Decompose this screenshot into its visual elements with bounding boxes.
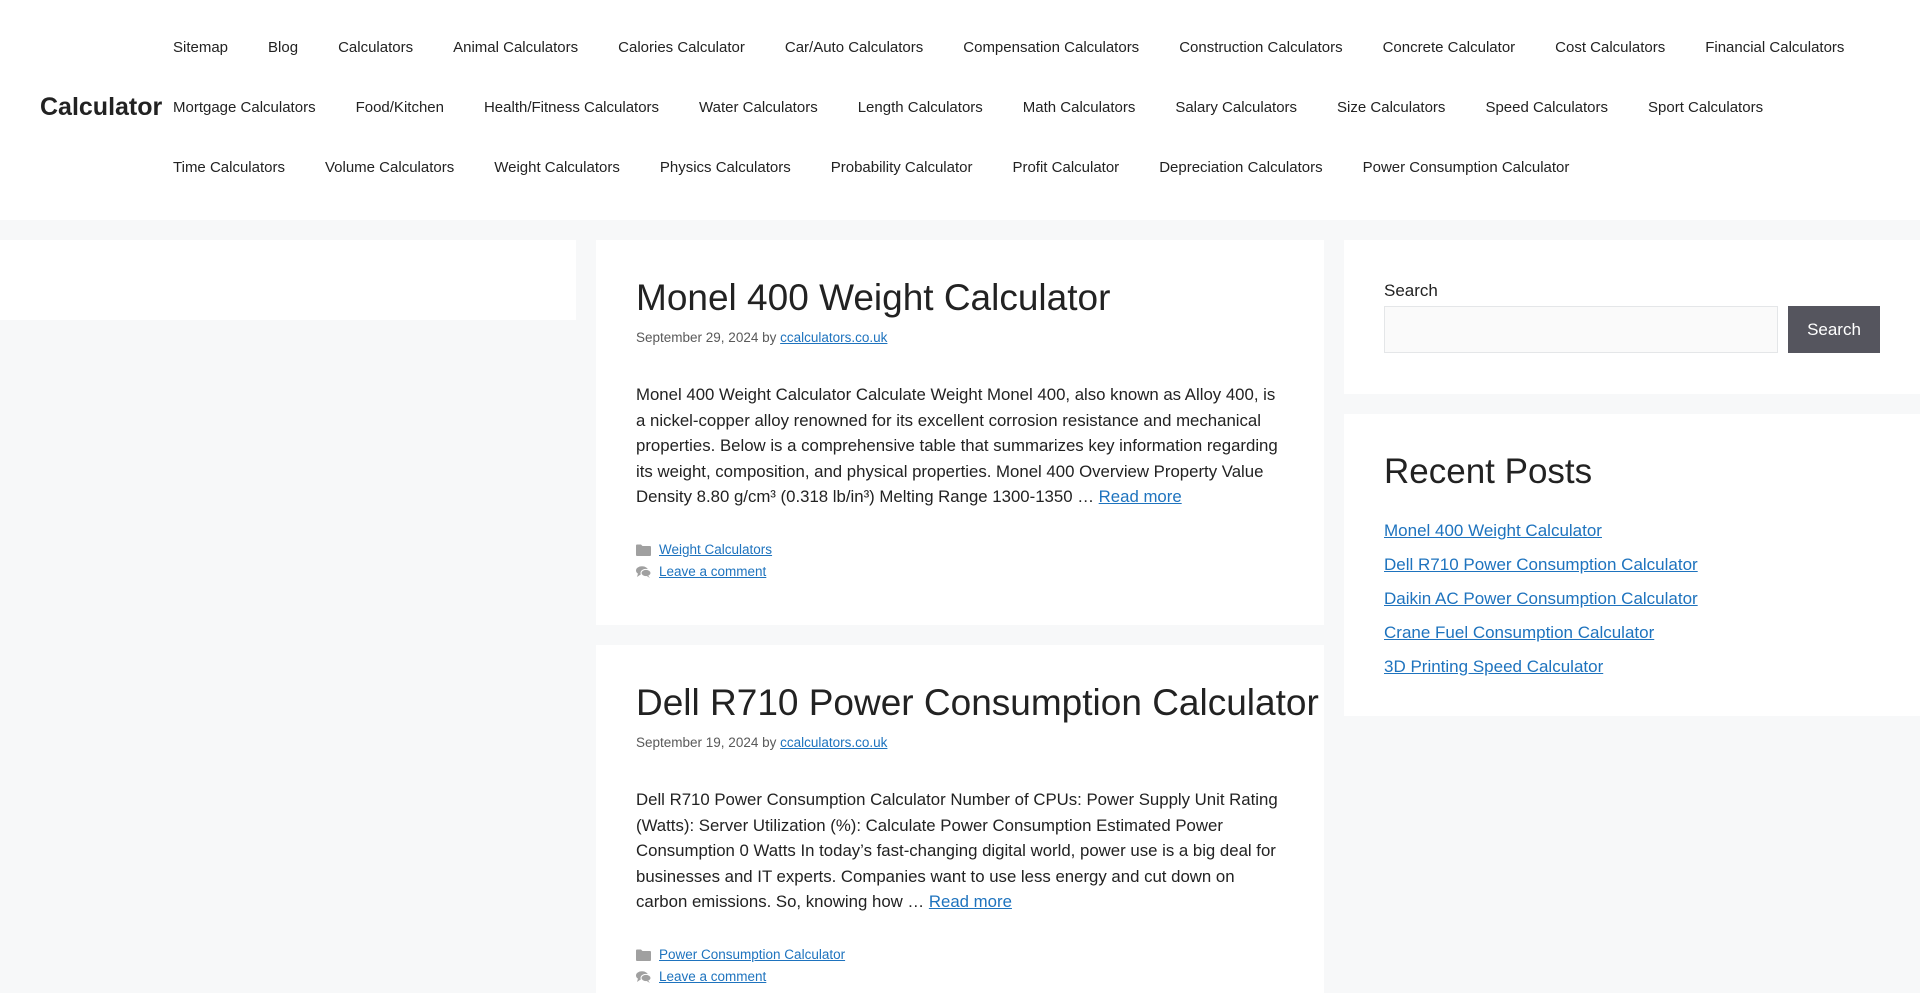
nav-item-blog[interactable]: Blog — [268, 33, 298, 63]
read-more-link[interactable]: Read more — [929, 892, 1012, 911]
nav-item-size-calculators[interactable]: Size Calculators — [1337, 93, 1445, 123]
nav-item-time-calculators[interactable]: Time Calculators — [173, 153, 285, 183]
recent-post-link[interactable]: Monel 400 Weight Calculator — [1384, 521, 1602, 540]
post-card: Monel 400 Weight Calculator September 29… — [596, 240, 1324, 625]
folder-icon — [636, 544, 651, 556]
nav-item-compensation-calculators[interactable]: Compensation Calculators — [963, 33, 1139, 63]
recent-posts-list: Monel 400 Weight Calculator Dell R710 Po… — [1384, 514, 1698, 684]
leave-comment-link[interactable]: Leave a comment — [659, 561, 766, 583]
comments-icon — [636, 566, 651, 578]
recent-post-link[interactable]: 3D Printing Speed Calculator — [1384, 657, 1603, 676]
recent-post-link[interactable]: Crane Fuel Consumption Calculator — [1384, 623, 1654, 642]
read-more-link[interactable]: Read more — [1099, 487, 1182, 506]
nav-item-salary-calculators[interactable]: Salary Calculators — [1175, 93, 1297, 123]
nav-item-volume-calculators[interactable]: Volume Calculators — [325, 153, 454, 183]
nav-item-weight-calculators[interactable]: Weight Calculators — [494, 153, 620, 183]
list-item: 3D Printing Speed Calculator — [1384, 650, 1698, 684]
post-author-link[interactable]: ccalculators.co.uk — [780, 330, 887, 345]
nav-item-animal-calculators[interactable]: Animal Calculators — [453, 33, 578, 63]
list-item: Dell R710 Power Consumption Calculator — [1384, 548, 1698, 582]
nav-item-sitemap[interactable]: Sitemap — [173, 33, 228, 63]
post-meta: September 19, 2024 by ccalculators.co.uk — [636, 733, 887, 753]
nav-item-construction-calculators[interactable]: Construction Calculators — [1179, 33, 1342, 63]
search-button[interactable]: Search — [1788, 306, 1880, 353]
nav-item-health-fitness-calculators[interactable]: Health/Fitness Calculators — [484, 93, 659, 123]
nav-item-water-calculators[interactable]: Water Calculators — [699, 93, 818, 123]
nav-item-calculators[interactable]: Calculators — [338, 33, 413, 63]
nav-item-power-consumption-calculator[interactable]: Power Consumption Calculator — [1363, 153, 1570, 183]
recent-post-link[interactable]: Daikin AC Power Consumption Calculator — [1384, 589, 1698, 608]
nav-item-mortgage-calculators[interactable]: Mortgage Calculators — [173, 93, 316, 123]
post-footer: Weight Calculators Leave a comment — [636, 539, 772, 583]
nav-item-profit-calculator[interactable]: Profit Calculator — [1012, 153, 1119, 183]
list-item: Daikin AC Power Consumption Calculator — [1384, 582, 1698, 616]
post-meta: September 29, 2024 by ccalculators.co.uk — [636, 328, 887, 348]
post-author-link[interactable]: ccalculators.co.uk — [780, 735, 887, 750]
search-label: Search — [1384, 281, 1438, 300]
nav-item-probability-calculator[interactable]: Probability Calculator — [831, 153, 973, 183]
recent-posts-title: Recent Posts — [1384, 452, 1593, 491]
nav-row-1: Sitemap Blog Calculators Animal Calculat… — [173, 33, 1884, 63]
comments-icon — [636, 971, 651, 983]
post-title[interactable]: Monel 400 Weight Calculator — [636, 275, 1110, 321]
nav-item-concrete-calculator[interactable]: Concrete Calculator — [1383, 33, 1516, 63]
post-category-link[interactable]: Weight Calculators — [659, 539, 772, 561]
nav-item-length-calculators[interactable]: Length Calculators — [858, 93, 983, 123]
site-title[interactable]: Calculator — [40, 92, 162, 122]
nav-item-speed-calculators[interactable]: Speed Calculators — [1485, 93, 1608, 123]
list-item: Monel 400 Weight Calculator — [1384, 514, 1698, 548]
post-category-line: Weight Calculators — [636, 539, 772, 561]
leave-comment-link[interactable]: Leave a comment — [659, 966, 766, 988]
post-by: by — [762, 735, 777, 750]
left-sidebar-widget — [0, 240, 576, 320]
post-summary: Dell R710 Power Consumption Calculator N… — [636, 787, 1286, 915]
nav-item-physics-calculators[interactable]: Physics Calculators — [660, 153, 791, 183]
nav-row-2: Mortgage Calculators Food/Kitchen Health… — [173, 93, 1803, 123]
nav-item-food-kitchen[interactable]: Food/Kitchen — [356, 93, 444, 123]
nav-item-math-calculators[interactable]: Math Calculators — [1023, 93, 1136, 123]
nav-row-3: Time Calculators Volume Calculators Weig… — [173, 153, 1609, 183]
post-category-line: Power Consumption Calculator — [636, 944, 845, 966]
post-date: September 29, 2024 — [636, 330, 759, 345]
search-input[interactable] — [1384, 306, 1778, 353]
site-header: Calculator Sitemap Blog Calculators Anim… — [0, 0, 1920, 220]
post-date: September 19, 2024 — [636, 735, 759, 750]
post-card: Dell R710 Power Consumption Calculator S… — [596, 645, 1324, 993]
nav-item-financial-calculators[interactable]: Financial Calculators — [1705, 33, 1844, 63]
post-footer: Power Consumption Calculator Leave a com… — [636, 944, 845, 988]
nav-item-calories-calculator[interactable]: Calories Calculator — [618, 33, 745, 63]
folder-icon — [636, 949, 651, 961]
post-comments-line: Leave a comment — [636, 561, 772, 583]
nav-item-sport-calculators[interactable]: Sport Calculators — [1648, 93, 1763, 123]
post-by: by — [762, 330, 777, 345]
nav-item-cost-calculators[interactable]: Cost Calculators — [1555, 33, 1665, 63]
list-item: Crane Fuel Consumption Calculator — [1384, 616, 1698, 650]
search-widget: Search Search — [1344, 240, 1920, 394]
post-category-link[interactable]: Power Consumption Calculator — [659, 944, 845, 966]
recent-post-link[interactable]: Dell R710 Power Consumption Calculator — [1384, 555, 1698, 574]
post-title[interactable]: Dell R710 Power Consumption Calculator — [636, 680, 1319, 726]
nav-item-car-auto-calculators[interactable]: Car/Auto Calculators — [785, 33, 923, 63]
post-comments-line: Leave a comment — [636, 966, 845, 988]
post-summary: Monel 400 Weight Calculator Calculate We… — [636, 382, 1286, 510]
recent-posts-widget: Recent Posts Monel 400 Weight Calculator… — [1344, 414, 1920, 716]
nav-item-depreciation-calculators[interactable]: Depreciation Calculators — [1159, 153, 1322, 183]
